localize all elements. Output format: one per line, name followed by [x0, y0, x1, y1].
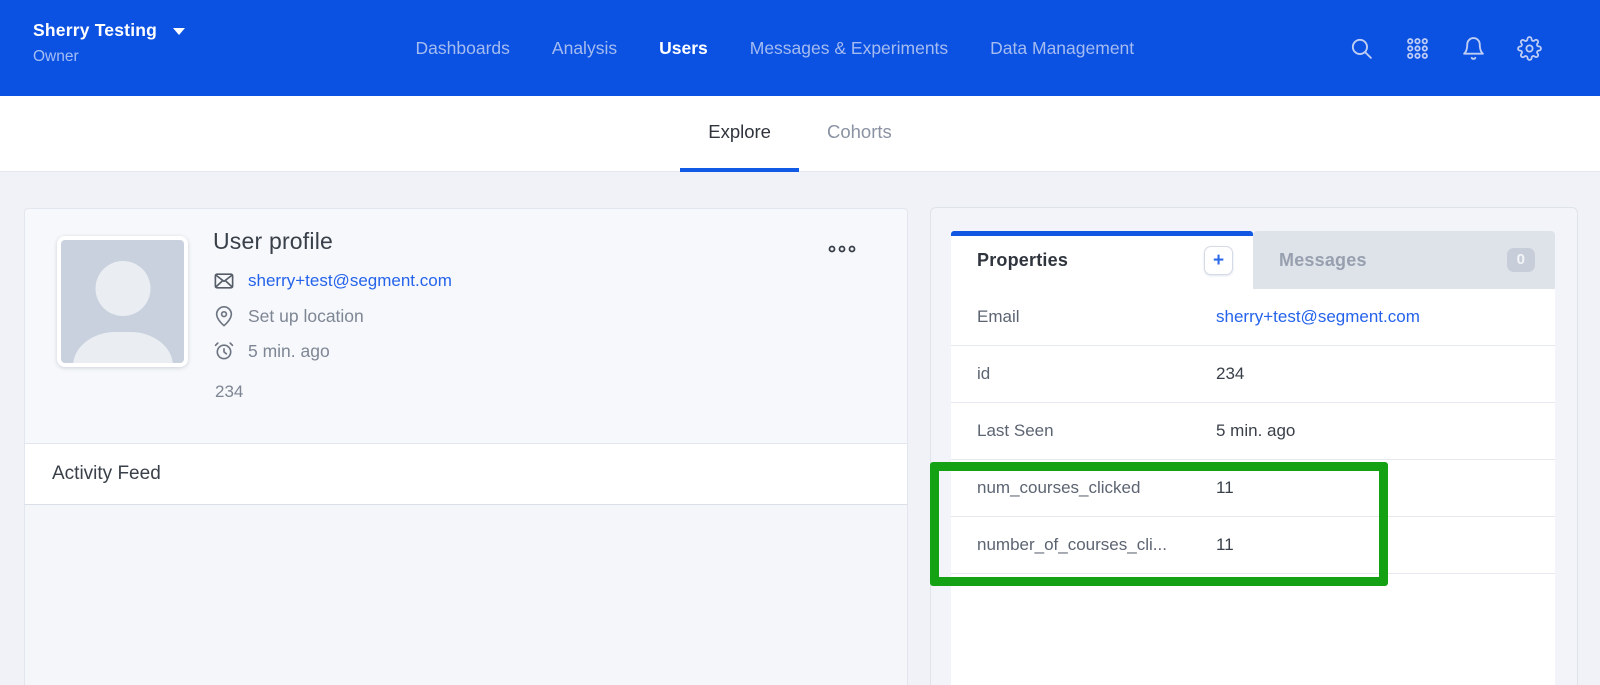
- main-content: User profile sherry+test@segment.com: [0, 172, 1600, 685]
- tab-explore-label: Explore: [708, 121, 771, 143]
- location-row: Set up location: [213, 305, 452, 327]
- property-label: Email: [977, 307, 1216, 327]
- user-profile-header: User profile sherry+test@segment.com: [24, 208, 908, 443]
- messages-count-badge: 0: [1507, 248, 1535, 272]
- activity-feed-title: Activity Feed: [52, 463, 161, 485]
- user-profile-card: User profile sherry+test@segment.com: [24, 208, 908, 685]
- property-value: 11: [1216, 478, 1234, 498]
- profile-info: User profile sherry+test@segment.com: [213, 228, 452, 375]
- apps-grid-icon[interactable]: [1404, 35, 1430, 61]
- property-row-id: id 234: [951, 346, 1555, 403]
- activity-feed-body: [24, 505, 908, 685]
- last-seen-text: 5 min. ago: [248, 341, 330, 362]
- property-value: 5 min. ago: [1216, 421, 1295, 441]
- notifications-icon[interactable]: [1460, 35, 1486, 61]
- last-seen-row: 5 min. ago: [213, 340, 452, 362]
- property-value: 11: [1216, 535, 1234, 555]
- user-id: 234: [215, 382, 243, 402]
- nav-item-users[interactable]: Users: [659, 38, 708, 59]
- property-value-email-link[interactable]: sherry+test@segment.com: [1216, 307, 1420, 327]
- chevron-down-icon: [173, 28, 185, 35]
- app-window: Sherry Testing Owner Dashboards Analysis…: [0, 0, 1600, 685]
- nav-item-dashboards[interactable]: Dashboards: [416, 38, 510, 59]
- property-row-number-of-courses-clicked: number_of_courses_cli... 11: [951, 517, 1555, 574]
- tab-messages[interactable]: Messages 0: [1253, 231, 1555, 289]
- properties-tabbar: Properties + Messages 0: [951, 231, 1555, 289]
- secondary-tabbar: Explore Cohorts: [0, 96, 1600, 172]
- nav-item-analysis[interactable]: Analysis: [552, 38, 617, 59]
- kebab-menu-icon: [827, 243, 857, 255]
- property-label: number_of_courses_cli...: [977, 535, 1216, 555]
- property-row-num-courses-clicked: num_courses_clicked 11: [951, 460, 1555, 517]
- topbar-icon-group: [1348, 0, 1542, 96]
- property-label: Last Seen: [977, 421, 1216, 441]
- setup-location-link[interactable]: Set up location: [248, 306, 364, 327]
- avatar-silhouette-body: [73, 332, 173, 367]
- avatar: [57, 236, 188, 367]
- property-label: num_courses_clicked: [977, 478, 1216, 498]
- primary-nav: Dashboards Analysis Users Messages & Exp…: [416, 0, 1135, 96]
- property-value: 234: [1216, 364, 1244, 384]
- nav-item-messages-experiments[interactable]: Messages & Experiments: [750, 38, 948, 59]
- property-label: id: [977, 364, 1216, 384]
- avatar-silhouette-head: [95, 261, 150, 316]
- tab-explore[interactable]: Explore: [680, 96, 799, 172]
- location-pin-icon: [213, 305, 235, 327]
- tab-cohorts-label: Cohorts: [827, 121, 892, 143]
- more-options-button[interactable]: [827, 241, 857, 257]
- page-title: User profile: [213, 228, 452, 255]
- email-row: sherry+test@segment.com: [213, 270, 452, 292]
- settings-icon[interactable]: [1516, 35, 1542, 61]
- tab-cohorts[interactable]: Cohorts: [799, 96, 920, 172]
- search-icon[interactable]: [1348, 35, 1374, 61]
- activity-feed-header: Activity Feed: [24, 443, 908, 505]
- alarm-clock-icon: [213, 340, 235, 362]
- envelope-icon: [213, 270, 235, 292]
- tab-messages-label: Messages: [1279, 250, 1507, 271]
- tab-properties-label: Properties: [977, 250, 1204, 271]
- account-name: Sherry Testing: [33, 20, 157, 41]
- tab-properties[interactable]: Properties +: [951, 231, 1253, 289]
- account-switcher[interactable]: Sherry Testing Owner: [33, 20, 185, 66]
- nav-item-data-management[interactable]: Data Management: [990, 38, 1134, 59]
- user-email-link[interactable]: sherry+test@segment.com: [248, 271, 452, 291]
- account-role: Owner: [33, 48, 185, 66]
- property-row-email: Email sherry+test@segment.com: [951, 289, 1555, 346]
- top-navigation-bar: Sherry Testing Owner Dashboards Analysis…: [0, 0, 1600, 96]
- property-row-last-seen: Last Seen 5 min. ago: [951, 403, 1555, 460]
- properties-table: Email sherry+test@segment.com id 234 Las…: [951, 289, 1555, 685]
- add-property-button[interactable]: +: [1204, 246, 1233, 275]
- properties-panel: Properties + Messages 0 Email sherry+tes…: [930, 207, 1578, 685]
